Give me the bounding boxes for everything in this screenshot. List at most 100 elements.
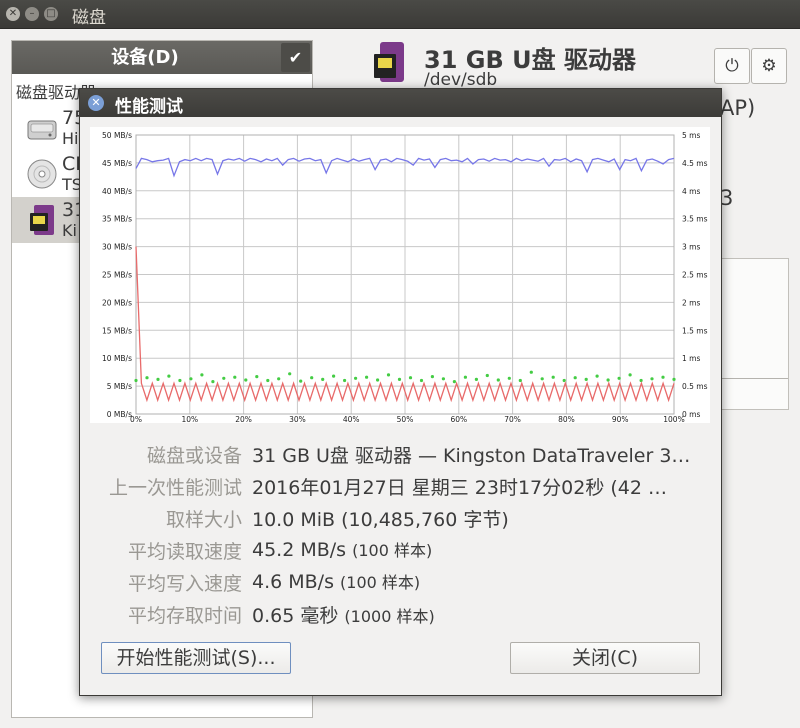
dialog-titlebar: ✕ 性能测试	[80, 89, 721, 117]
access-time-point	[661, 375, 665, 379]
access-time-point	[299, 379, 303, 383]
drive-info-partial: AP)	[720, 96, 756, 120]
access-time-point	[606, 378, 610, 382]
x-tick: 40%	[343, 415, 360, 423]
y-tick-right: 4.5 ms	[682, 159, 708, 168]
access-time-point	[540, 377, 544, 381]
access-time-point	[551, 375, 555, 379]
x-tick: 50%	[397, 415, 414, 423]
access-time-point	[222, 376, 226, 380]
result-label: 平均写入速度	[127, 573, 242, 595]
result-value: 2016年01月27日 星期三 23时17分02秒 (42 …	[252, 477, 667, 499]
power-off-button[interactable]: ⏻	[714, 48, 750, 84]
access-time-point	[365, 375, 369, 379]
result-row-last-test: 上一次性能测试 2016年01月27日 星期三 23时17分02秒 (42 …	[80, 473, 721, 505]
y-tick-left: 35 MB/s	[102, 215, 132, 224]
drive-model: Hi	[62, 129, 79, 148]
y-tick-left: 5 MB/s	[107, 382, 132, 391]
access-time-point	[255, 375, 259, 379]
access-time-point	[134, 378, 138, 383]
access-time-point	[650, 377, 654, 381]
access-time-point	[595, 374, 599, 378]
result-row-write-speed: 平均写入速度 4.6 MB/s (100 样本)	[80, 569, 721, 601]
y-tick-right: 4 ms	[682, 187, 700, 196]
x-tick: 10%	[181, 415, 198, 423]
y-tick-left: 45 MB/s	[102, 159, 132, 168]
x-tick: 60%	[450, 415, 467, 423]
dialog-close-button[interactable]: ✕	[88, 95, 104, 111]
result-row-access-time: 平均存取时间 0.65 毫秒 (1000 样本)	[80, 601, 721, 633]
access-time-point	[145, 376, 149, 380]
window-minimize-button[interactable]: –	[25, 7, 39, 21]
y-tick-left: 20 MB/s	[102, 298, 132, 307]
close-icon: ✕	[91, 96, 101, 109]
dialog-title: 性能测试	[115, 97, 183, 117]
result-value: 4.6 MB/s (100 样本)	[252, 571, 421, 593]
access-time-point	[211, 380, 215, 384]
usb-drive-icon	[30, 205, 54, 235]
y-tick-left: 10 MB/s	[102, 354, 132, 363]
x-tick: 20%	[235, 415, 252, 423]
access-time-point	[496, 378, 500, 382]
result-row-read-speed: 平均读取速度 45.2 MB/s (100 样本)	[80, 537, 721, 569]
result-row-device: 磁盘或设备 31 GB U盘 驱动器 — Kingston DataTravel…	[80, 441, 721, 473]
drive-options-button[interactable]: ⚙	[751, 48, 787, 84]
x-tick: 70%	[504, 415, 521, 423]
x-tick: 90%	[612, 415, 629, 423]
result-value: 10.0 MiB (10,485,760 字节)	[252, 509, 509, 531]
window-close-button[interactable]: ✕	[6, 7, 20, 21]
window-titlebar: ✕ – □ 磁盘	[0, 0, 800, 29]
access-time-point	[167, 374, 171, 378]
x-tick: 30%	[289, 415, 306, 423]
y-tick-left: 40 MB/s	[102, 187, 132, 196]
access-time-point	[474, 377, 478, 381]
access-time-point	[288, 372, 292, 376]
result-label: 取样大小	[165, 509, 242, 531]
x-tick: 80%	[558, 415, 575, 423]
access-time-point	[463, 375, 467, 379]
device-header: 设备(D) ✔	[12, 41, 312, 74]
y-tick-right: 3.5 ms	[682, 215, 708, 224]
y-tick-right: 0.5 ms	[682, 382, 708, 391]
y-tick-right: 5 ms	[682, 131, 700, 140]
power-icon: ⏻	[725, 56, 739, 76]
benchmark-chart-svg: 0 MB/s 0 ms 5 MB/s 0.5 ms 10 MB/s 1 ms 15 MB/s…	[102, 131, 708, 424]
access-time-point	[485, 373, 489, 378]
access-time-point	[386, 373, 391, 377]
result-value: 45.2 MB/s (100 样本)	[252, 539, 433, 561]
access-time-point	[277, 377, 281, 381]
y-tick-left: 50 MB/s	[102, 131, 132, 140]
y-tick-right: 1 ms	[682, 354, 700, 363]
close-dialog-button[interactable]: 关闭(C)	[510, 642, 700, 674]
access-time-point	[672, 377, 676, 381]
y-tick-right: 2 ms	[682, 298, 700, 307]
gear-icon: ⚙	[761, 56, 777, 76]
access-time-point	[507, 376, 511, 380]
access-time-point	[233, 375, 237, 379]
window-maximize-button[interactable]: □	[44, 7, 58, 21]
access-time-point	[321, 377, 325, 381]
result-row-sample-size: 取样大小 10.0 MiB (10,485,760 字节)	[80, 505, 721, 537]
y-tick-right: 0 ms	[682, 410, 700, 419]
access-time-point	[529, 370, 533, 374]
start-benchmark-button[interactable]: 开始性能测试(S)...	[101, 642, 291, 674]
result-value: 31 GB U盘 驱动器 — Kingston DataTraveler 3…	[252, 445, 691, 467]
y-tick-left: 15 MB/s	[102, 326, 132, 335]
access-time-point	[156, 377, 160, 381]
select-mode-button[interactable]: ✔	[281, 43, 310, 72]
drive-info-partial: 3	[720, 186, 734, 210]
y-tick-left: 0 MB/s	[107, 410, 132, 419]
y-tick-right: 2.5 ms	[682, 271, 708, 280]
y-tick-left: 30 MB/s	[102, 243, 132, 252]
device-header-label: 设备(D)	[111, 47, 179, 68]
volume-panel-divider	[718, 378, 788, 409]
hard-disk-icon	[27, 120, 57, 140]
benchmark-dialog: ✕ 性能测试 0 MB/s 0 ms 5 MB/s 0.5 ms 10 MB/s 1 ms…	[79, 88, 722, 696]
access-time-point	[178, 378, 182, 383]
y-tick-right: 1.5 ms	[682, 326, 708, 335]
access-time-point	[584, 377, 588, 381]
benchmark-chart: 0 MB/s 0 ms 5 MB/s 0.5 ms 10 MB/s 1 ms 15 MB/s…	[90, 127, 710, 424]
result-value: 0.65 毫秒 (1000 样本)	[252, 605, 435, 627]
result-label: 磁盘或设备	[146, 445, 242, 467]
access-time-point	[200, 373, 204, 377]
